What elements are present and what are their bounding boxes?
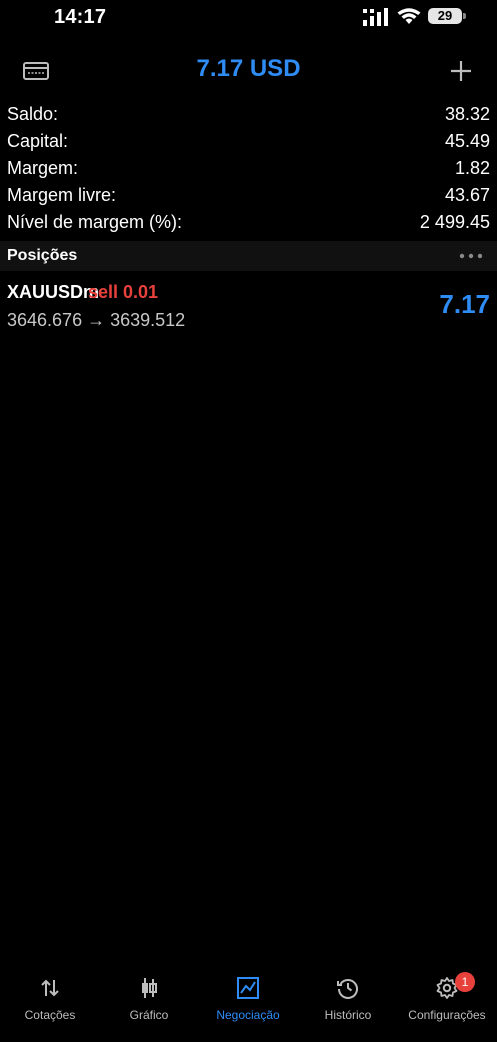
tab-label: Negociação bbox=[216, 1008, 280, 1022]
summary-label: Capital: bbox=[7, 131, 69, 151]
status-bar: 14:17 29 bbox=[0, 0, 497, 34]
plus-icon[interactable] bbox=[446, 56, 476, 86]
quotes-arrows-icon bbox=[41, 979, 59, 997]
status-time: 14:17 bbox=[54, 6, 107, 28]
summary-value: 2 499.45 bbox=[419, 212, 490, 232]
tab-trade[interactable]: Negociação bbox=[198, 966, 298, 1042]
wifi-icon bbox=[397, 8, 421, 24]
tab-quotes[interactable]: Cotações bbox=[0, 966, 100, 1042]
position-prices: 3646.676 → 3639.512 bbox=[7, 310, 186, 330]
notification-badge: 1 bbox=[455, 972, 475, 992]
summary-label: Nível de margem (%): bbox=[7, 212, 183, 232]
account-summary: Saldo: 38.32 Capital: 45.49 Margem: 1.82… bbox=[0, 102, 497, 237]
summary-value: 38.32 bbox=[444, 104, 490, 124]
tab-label: Configurações bbox=[408, 1008, 486, 1022]
position-symbol: XAUUSDm bbox=[7, 282, 100, 302]
position-profit: 7.17 bbox=[439, 289, 490, 319]
summary-row-margin-level: Nível de margem (%): 2 499.45 bbox=[0, 210, 497, 237]
battery-level: 29 bbox=[437, 8, 453, 23]
summary-row-free-margin: Margem livre: 43.67 bbox=[0, 183, 497, 210]
summary-value: 45.49 bbox=[444, 131, 490, 151]
summary-label: Margem: bbox=[7, 158, 79, 178]
tab-chart[interactable]: Gráfico bbox=[99, 966, 199, 1042]
tab-label: Histórico bbox=[324, 1008, 372, 1022]
positions-header: Posições bbox=[0, 241, 497, 271]
summary-row-equity: Capital: 45.49 bbox=[0, 129, 497, 156]
trade-chart-icon bbox=[237, 977, 259, 999]
history-clock-icon bbox=[337, 979, 358, 999]
summary-row-balance: Saldo: 38.32 bbox=[0, 102, 497, 129]
position-row[interactable]: XAUUSDm sell 0.01 3646.676 → 3639.512 7.… bbox=[0, 278, 497, 336]
position-side-volume: sell 0.01 bbox=[88, 282, 159, 302]
summary-row-margin: Margem: 1.82 bbox=[0, 156, 497, 183]
cellular-signal-icon bbox=[363, 8, 388, 26]
tab-history[interactable]: Histórico bbox=[298, 966, 398, 1042]
summary-label: Margem livre: bbox=[7, 185, 117, 205]
tab-label: Gráfico bbox=[129, 1008, 169, 1022]
summary-label: Saldo: bbox=[7, 104, 59, 124]
tab-label: Cotações bbox=[24, 1008, 76, 1022]
more-options-icon[interactable] bbox=[458, 250, 484, 262]
header: 7.17 USD bbox=[0, 46, 497, 94]
tab-settings[interactable]: 1 Configurações bbox=[397, 966, 497, 1042]
account-profit-title: 7.17 USD bbox=[196, 55, 301, 82]
chart-candles-icon bbox=[142, 978, 157, 998]
tab-bar: Cotações Gráfico Negociação Histórico 1 bbox=[0, 966, 497, 1042]
summary-value: 1.82 bbox=[454, 158, 490, 178]
positions-title: Posições bbox=[7, 247, 78, 264]
summary-value: 43.67 bbox=[444, 185, 490, 205]
battery-cap bbox=[463, 13, 466, 19]
